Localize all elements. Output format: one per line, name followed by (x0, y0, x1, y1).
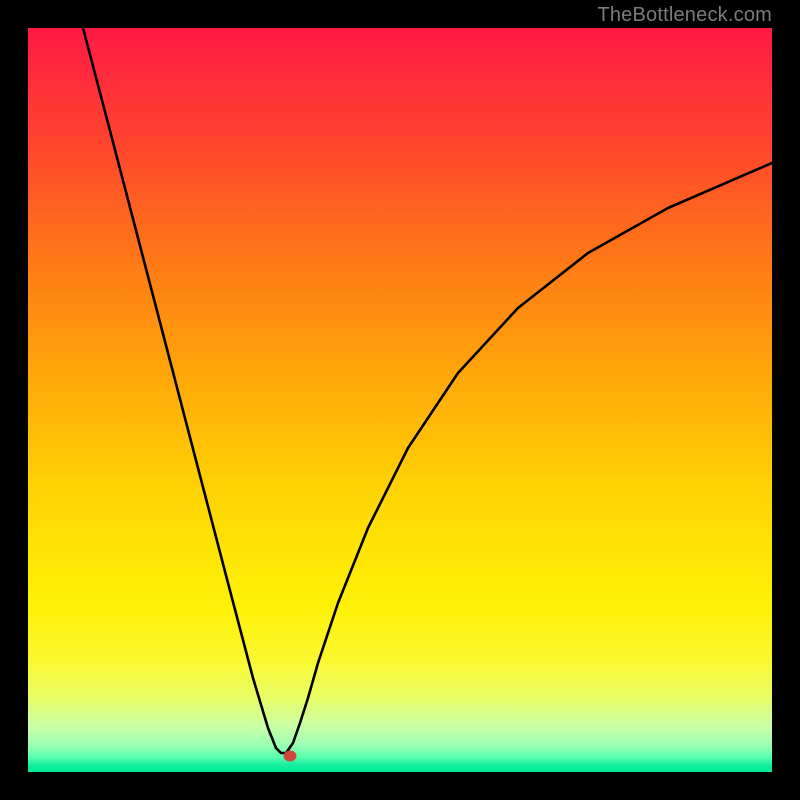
optimal-point-marker (284, 751, 297, 762)
chart-frame: TheBottleneck.com (0, 0, 800, 800)
bottleneck-curve (83, 28, 772, 753)
curve-layer (28, 28, 772, 772)
watermark-text: TheBottleneck.com (597, 4, 772, 27)
plot-area (28, 28, 772, 772)
